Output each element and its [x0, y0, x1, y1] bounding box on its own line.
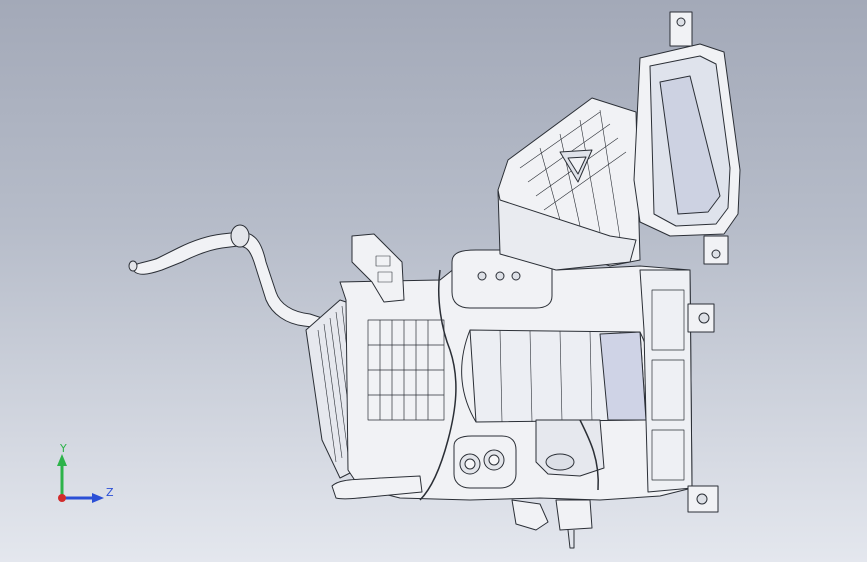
actuator: [555, 499, 593, 531]
y-axis-label: Y: [59, 442, 67, 455]
graphics-viewport[interactable]: Y Z: [0, 0, 867, 562]
y-axis-arrow: [57, 454, 67, 466]
duct-shading: [599, 331, 647, 421]
drain-outlet: [511, 499, 549, 531]
coordinate-triad: Y Z: [57, 442, 114, 503]
z-axis-label: Z: [106, 486, 114, 499]
hvac-assembly-icon[interactable]: [0, 0, 867, 562]
pipe-flange: [230, 224, 250, 248]
z-axis-arrow: [92, 493, 104, 503]
duct-tab-top: [669, 11, 693, 47]
pipe-end: [128, 260, 138, 272]
refrigerant-pipe: [131, 231, 323, 329]
x-axis-origin: [58, 494, 66, 502]
